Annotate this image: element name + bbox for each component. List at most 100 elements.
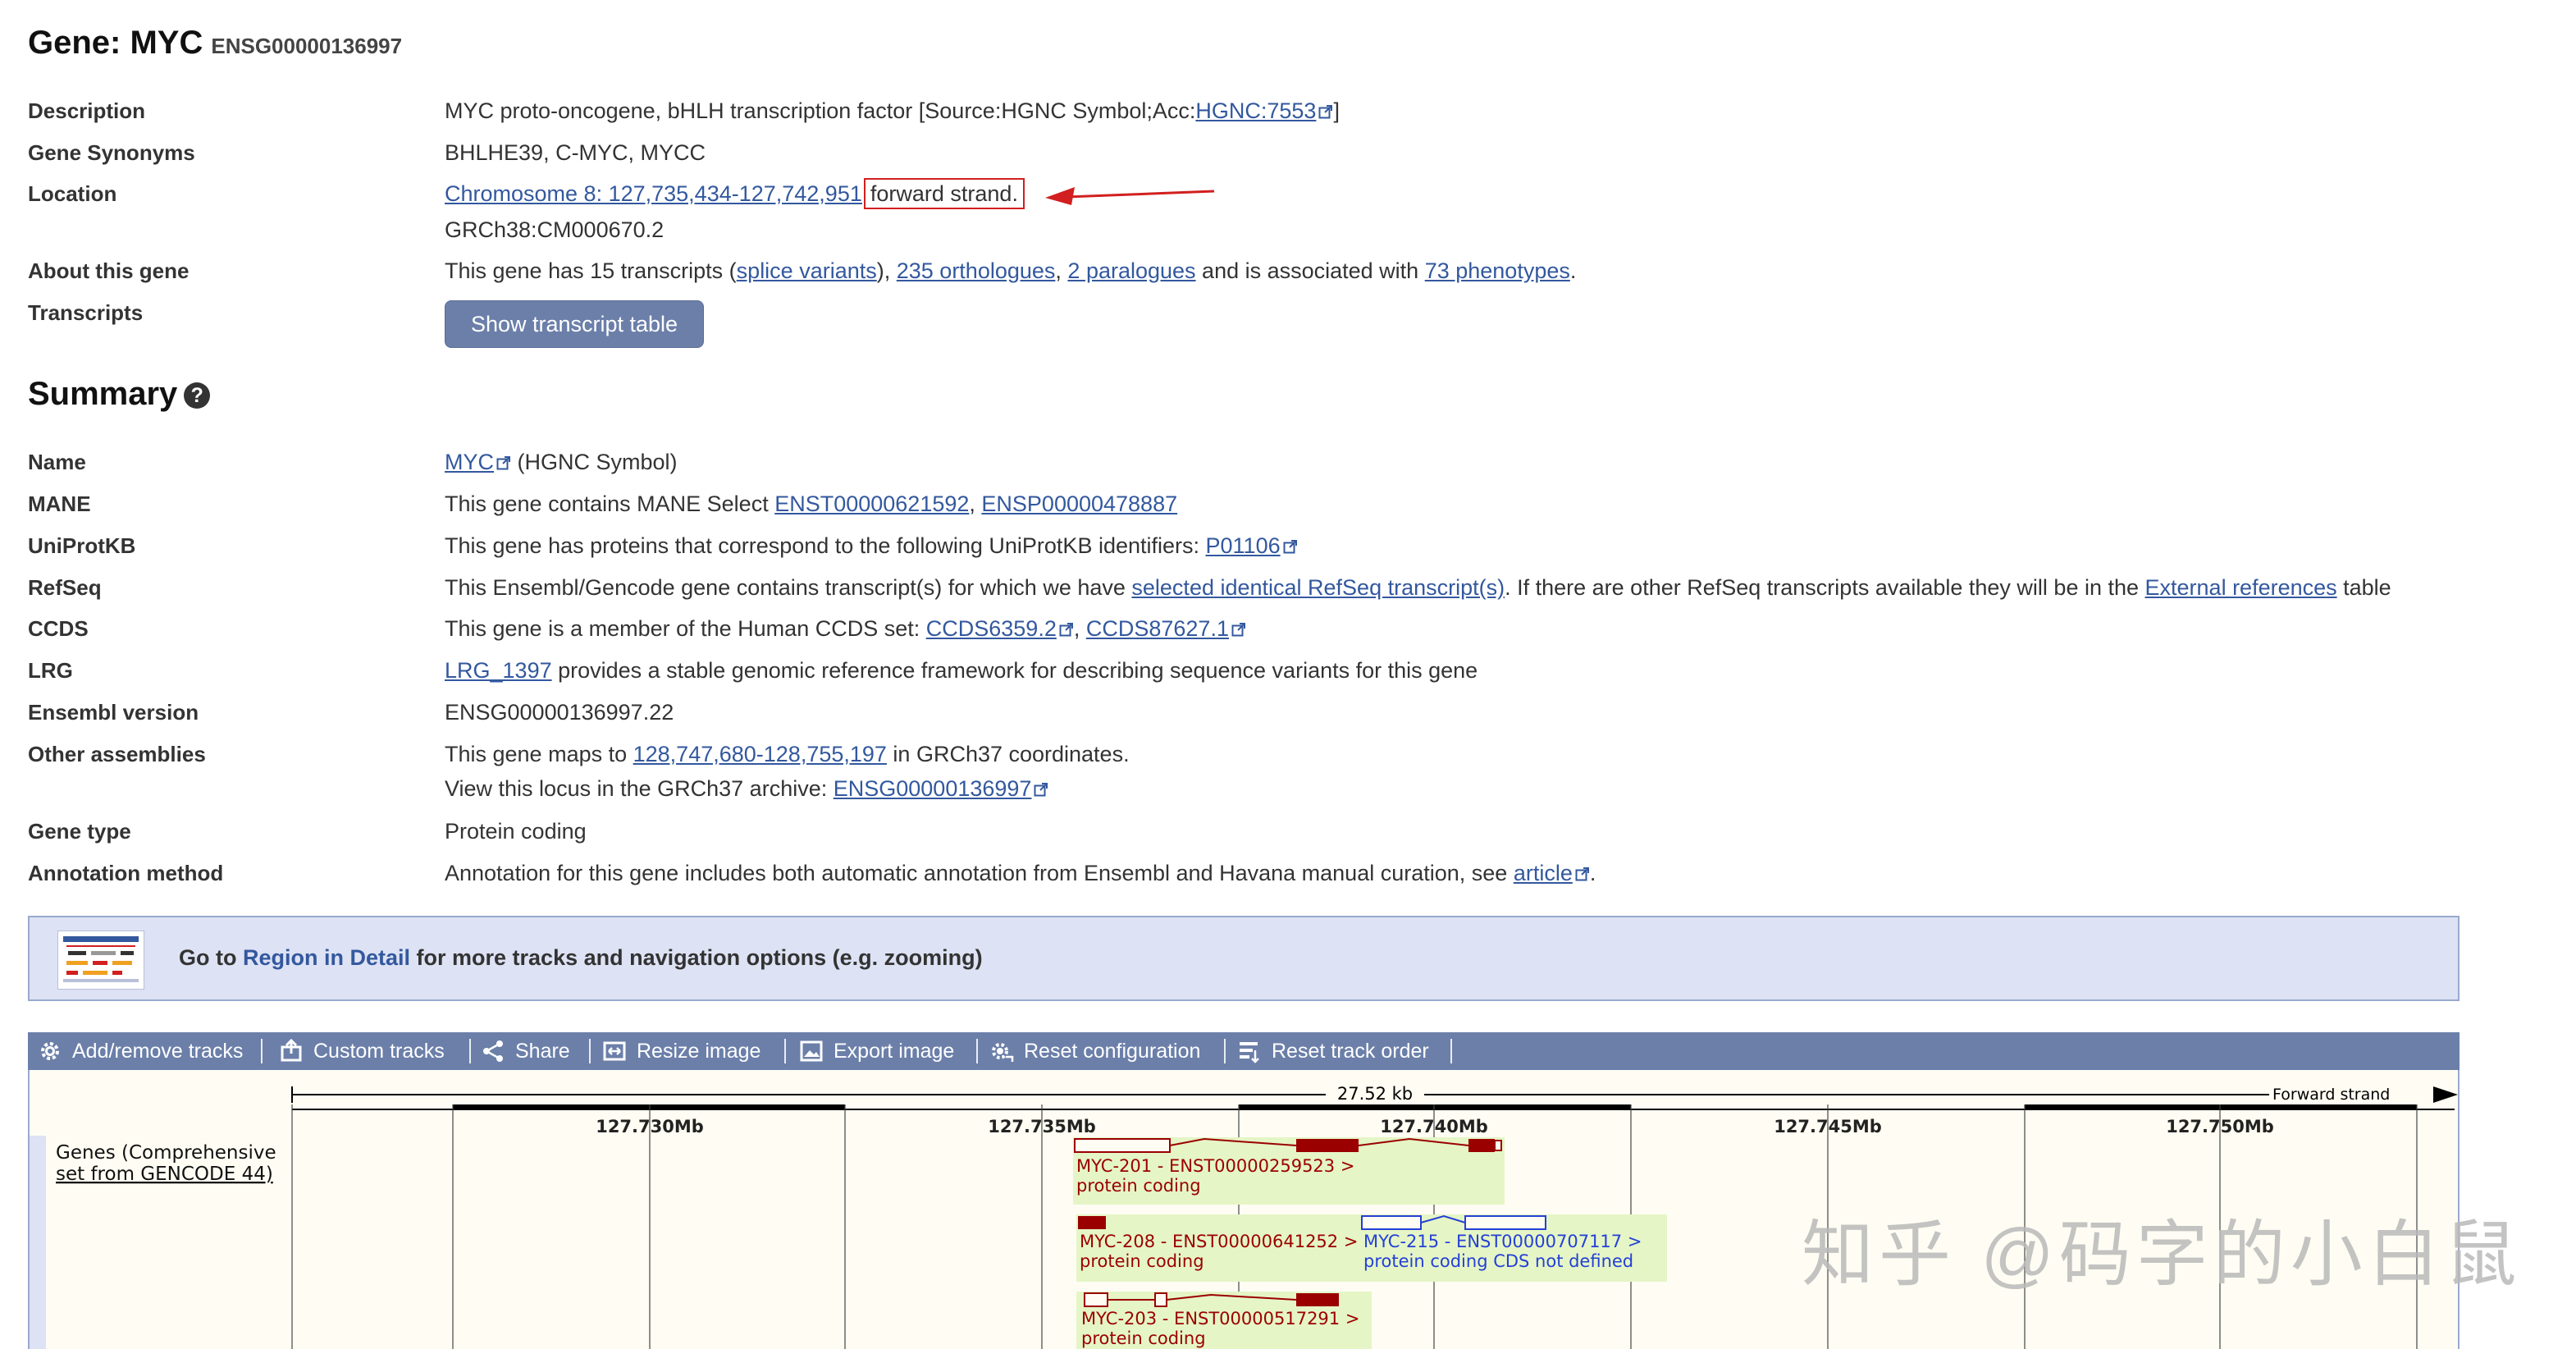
article-link[interactable]: article [1514,861,1573,885]
uniprot-label: UniProtKB [28,533,136,558]
mane-value: This gene contains MANE Select ENST00000… [445,492,1177,517]
splice-variants-link[interactable]: splice variants [737,258,877,283]
utr-exon [1154,1292,1167,1307]
uniprot-link[interactable]: P01106 [1206,533,1281,558]
external-link-icon [1575,867,1590,881]
resize-image-button[interactable]: Resize image [602,1032,760,1070]
coding-exon [1078,1216,1106,1229]
grch37-archive-link[interactable]: ENSG00000136997 [834,776,1032,801]
external-link-icon [1231,622,1246,637]
toolbar-divider [784,1039,786,1063]
ccds-link-2[interactable]: CCDS87627.1 [1086,616,1229,641]
region-text-2: for more tracks and navigation options (… [410,945,983,970]
other-assemblies-label: Other assemblies [28,742,206,766]
coding-exon [1296,1293,1339,1306]
tick-label: 127.735Mb [988,1117,1096,1136]
ccds-link-1[interactable]: CCDS6359.2 [926,616,1057,641]
external-references-link[interactable]: External references [2145,575,2337,600]
ccds-text: This gene is a member of the Human CCDS … [445,616,926,641]
summary-title-text: Summary [28,376,178,412]
track-label-line2[interactable]: set from GENCODE 44) [56,1164,273,1185]
hgnc-symbol-link[interactable]: MYC [445,450,494,474]
region-in-detail-link[interactable]: Region in Detail [243,945,410,970]
reset-configuration-label: Reset configuration [1024,1039,1201,1063]
reset-configuration-button[interactable]: Reset configuration [989,1032,1200,1070]
external-link-icon [1283,539,1298,554]
lrg-text: provides a stable genomic reference fram… [551,658,1478,683]
toolbar-divider [1450,1039,1452,1063]
transcript-biotype: protein coding [1081,1328,1206,1348]
custom-tracks-label: Custom tracks [313,1039,445,1063]
export-image-button[interactable]: Export image [799,1032,954,1070]
transcript-myc-208[interactable]: MYC-208 - ENST00000641252 > protein codi… [1076,1214,1383,1282]
coding-exon [1296,1139,1359,1152]
region-thumbnail-icon[interactable] [57,931,144,990]
share-button[interactable]: Share [481,1032,570,1070]
noncoding-exon [1361,1215,1422,1230]
transcript-myc-203[interactable]: MYC-203 - ENST00000517291 > protein codi… [1076,1292,1372,1349]
toolbar-divider [469,1039,471,1063]
transcript-biotype: protein coding [1080,1251,1204,1271]
grch37-text-2: in GRCh37 coordinates. [886,742,1130,766]
hgnc-link[interactable]: HGNC:7553 [1195,98,1316,123]
reset-track-order-button[interactable]: Reset track order [1237,1032,1429,1070]
ccds-label: CCDS [28,616,89,641]
help-icon[interactable]: ? [184,382,211,409]
toolbar-divider [1224,1039,1226,1063]
phenotypes-link[interactable]: 73 phenotypes [1425,258,1570,283]
name-suffix: (HGNC Symbol) [511,450,678,474]
about-label: About this gene [28,258,190,283]
ccds-separator: , [1073,616,1086,641]
archive-value: View this locus in the GRCh37 archive: E… [445,776,1048,802]
name-value: MYC (HGNC Symbol) [445,450,678,475]
gene-type-value: Protein coding [445,819,587,844]
grch37-text-1: This gene maps to [445,742,633,766]
refseq-text-2: . If there are other RefSeq transcripts … [1505,575,2145,600]
share-icon [481,1039,505,1063]
synonyms-value: BHLHE39, C-MYC, MYCC [445,140,706,165]
share-label: Share [515,1039,570,1063]
export-image-label: Export image [834,1039,955,1063]
grch37-coordinates-link[interactable]: 128,747,680-128,755,197 [633,742,887,766]
refseq-transcripts-link[interactable]: selected identical RefSeq transcript(s) [1131,575,1505,600]
custom-tracks-button[interactable]: Custom tracks [279,1032,445,1070]
ruler-segment [2025,1104,2417,1110]
transcript-name: MYC-201 - ENST00000259523 > [1076,1156,1354,1176]
about-text-3: , [1055,258,1068,283]
toolbar-divider [589,1039,591,1063]
upload-icon [279,1038,304,1063]
image-icon [799,1039,824,1063]
uniprot-text: This gene has proteins that correspond t… [445,533,1206,558]
transcript-myc-201[interactable]: MYC-201 - ENST00000259523 > protein codi… [1073,1137,1505,1205]
about-text-5: . [1569,258,1577,283]
location-label: Location [28,181,117,206]
refseq-value: This Ensembl/Gencode gene contains trans… [445,575,2391,601]
resize-image-label: Resize image [637,1039,761,1063]
add-remove-tracks-button[interactable]: Add/remove tracks [38,1032,243,1070]
tick-label: 127.730Mb [596,1117,704,1136]
strand-arrow-icon [2433,1086,2458,1103]
annotation-label: Annotation method [28,861,224,885]
transcript-myc-215[interactable]: MYC-215 - ENST00000707117 > protein codi… [1360,1214,1667,1282]
gear-icon [38,1039,62,1063]
archive-text: View this locus in the GRCh37 archive: [445,776,834,801]
show-transcript-table-button[interactable]: Show transcript table [445,300,704,348]
toolbar-divider [976,1039,978,1063]
ruler-segment [453,1104,845,1110]
chromosome-location-link[interactable]: Chromosome 8: 127,735,434-127,742,951 [445,181,862,206]
noncoding-exon [1464,1215,1546,1230]
gene-title-text: Gene: MYC [28,25,203,61]
tick-label: 127.745Mb [1774,1117,1882,1136]
orthologues-link[interactable]: 235 orthologues [897,258,1056,283]
paralogues-link[interactable]: 2 paralogues [1067,258,1195,283]
mane-separator: , [969,492,982,516]
mane-transcript-link[interactable]: ENST00000621592 [774,492,969,516]
mane-protein-link[interactable]: ENSP00000478887 [981,492,1177,516]
utr-exon [1084,1292,1108,1307]
track-label-line1[interactable]: Genes (Comprehensive [56,1142,276,1164]
annotation-text: Annotation for this gene includes both a… [445,861,1514,885]
external-link-icon [1318,104,1333,119]
track-handle[interactable] [30,1136,46,1349]
about-text-4: and is associated with [1195,258,1425,283]
lrg-link[interactable]: LRG_1397 [445,658,552,683]
